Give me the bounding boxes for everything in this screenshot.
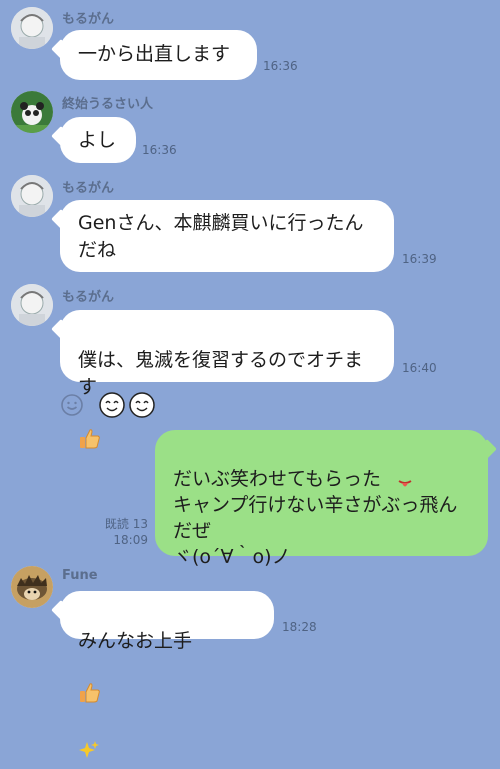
timestamp: 16:36	[142, 143, 177, 157]
avatar[interactable]	[11, 91, 53, 133]
message-bubble[interactable]: Genさん、本麒麟買いに行ったん だね	[60, 200, 394, 272]
own-message-bubble[interactable]: だいぶ笑わせてもらった キャンプ行けない辛さがぶっ飛ん だぜ ヾ(o´∀｀o)ノ	[155, 430, 488, 568]
avatar[interactable]	[11, 284, 53, 326]
sparkle-emoji	[78, 712, 100, 769]
message-bubble[interactable]: みんなお上手	[60, 591, 274, 758]
read-count: 既読 13	[104, 517, 148, 531]
message-bubble[interactable]: よし	[60, 117, 136, 163]
message-bubble[interactable]: 一から出直します	[60, 30, 257, 80]
timestamp: 16:39	[402, 252, 437, 266]
timestamp: 18:09	[113, 533, 148, 547]
message-bubble[interactable]: 僕は、鬼滅を復習するのでオチま す	[60, 310, 394, 449]
timestamp: 16:36	[263, 59, 298, 73]
avatar[interactable]	[11, 7, 53, 49]
timestamp: 18:28	[282, 620, 317, 634]
timestamp: 16:40	[402, 361, 437, 375]
sender-name: もるがん	[62, 181, 115, 196]
sticker-emoji[interactable]	[98, 390, 158, 424]
sender-name: もるがん	[62, 290, 115, 305]
thumbs-up-emoji	[78, 655, 102, 712]
message-text: みんなお上手	[78, 630, 193, 652]
avatar[interactable]	[11, 175, 53, 217]
sender-name: 終始うるさい人	[62, 97, 154, 112]
tongue-emoji	[397, 446, 413, 498]
read-status: 既読 13 18:09	[88, 516, 148, 548]
smiley-reaction-icon[interactable]	[60, 393, 84, 421]
sender-name: もるがん	[62, 12, 115, 27]
sender-name: Fune	[62, 568, 98, 583]
avatar[interactable]	[11, 566, 53, 608]
message-text: だいぶ笑わせてもらった キャンプ行けない辛さがぶっ飛ん だぜ ヾ(o´∀｀o)ノ	[173, 468, 458, 568]
